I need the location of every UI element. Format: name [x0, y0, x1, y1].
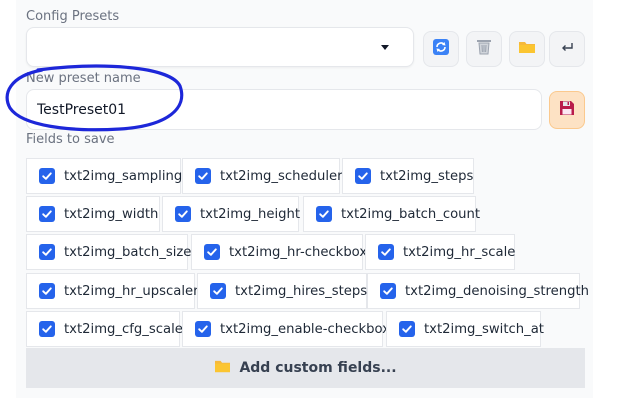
- checkbox[interactable]: [39, 206, 55, 222]
- checkmark-icon: [42, 325, 52, 333]
- checkmark-icon: [42, 287, 52, 295]
- field-checkbox-label: txt2img_steps: [380, 168, 474, 184]
- add-custom-fields-label: Add custom fields...: [239, 360, 397, 376]
- refresh-icon: [432, 38, 450, 60]
- checkmark-icon: [381, 248, 391, 256]
- field-checkbox-label: txt2img_switch_at: [424, 321, 544, 337]
- field-checkbox-item[interactable]: txt2img_enable-checkbox: [182, 311, 390, 347]
- checkmark-icon: [213, 287, 223, 295]
- checkmark-icon: [198, 325, 208, 333]
- add-custom-fields-button[interactable]: Add custom fields...: [26, 348, 585, 388]
- checkbox[interactable]: [195, 321, 211, 337]
- field-checkbox-item[interactable]: txt2img_cfg_scale: [26, 311, 183, 347]
- field-checkbox-item[interactable]: txt2img_denoising_strength: [367, 273, 589, 309]
- checkmark-icon: [358, 172, 368, 180]
- field-checkbox-label: txt2img_sampling: [64, 168, 183, 184]
- field-checkbox-label: txt2img_hr_scale: [403, 244, 516, 260]
- return-arrow-icon: [559, 39, 575, 59]
- chevron-down-icon: [381, 45, 389, 50]
- field-checkbox-item[interactable]: txt2img_batch_count: [303, 196, 480, 232]
- checkbox[interactable]: [399, 321, 415, 337]
- field-checkbox-item[interactable]: txt2img_hr_upscaler: [26, 273, 199, 309]
- checkbox[interactable]: [378, 244, 394, 260]
- field-checkbox-item[interactable]: txt2img_hr_scale: [365, 234, 515, 270]
- checkbox[interactable]: [39, 244, 55, 260]
- field-checkbox-item[interactable]: txt2img_steps: [342, 158, 474, 194]
- checkbox[interactable]: [355, 168, 371, 184]
- checkmark-icon: [42, 172, 52, 180]
- checkbox[interactable]: [210, 283, 226, 299]
- checkmark-icon: [178, 210, 188, 218]
- checkmark-icon: [319, 210, 329, 218]
- field-checkbox-item[interactable]: txt2img_hr-checkbox: [191, 234, 367, 270]
- field-checkbox-label: txt2img_enable-checkbox: [220, 321, 390, 337]
- config-presets-label: Config Presets: [26, 9, 120, 24]
- new-preset-name-input[interactable]: [26, 89, 542, 130]
- floppy-disk-icon: [558, 99, 576, 121]
- field-checkbox-item[interactable]: txt2img_width: [26, 196, 160, 232]
- checkbox[interactable]: [195, 168, 211, 184]
- return-button[interactable]: [549, 31, 585, 67]
- checkmark-icon: [207, 248, 217, 256]
- folder-icon: [214, 359, 231, 378]
- field-checkbox-label: txt2img_hires_steps: [235, 283, 368, 299]
- checkbox[interactable]: [39, 321, 55, 337]
- checkbox[interactable]: [316, 206, 332, 222]
- delete-button[interactable]: [466, 31, 502, 67]
- field-checkbox-label: txt2img_height: [200, 206, 301, 222]
- field-checkbox-item[interactable]: txt2img_switch_at: [386, 311, 544, 347]
- field-checkbox-item[interactable]: txt2img_scheduler: [182, 158, 343, 194]
- checkbox[interactable]: [380, 283, 396, 299]
- checkbox[interactable]: [175, 206, 191, 222]
- field-checkbox-label: txt2img_hr_upscaler: [64, 283, 199, 299]
- folder-icon: [518, 38, 536, 60]
- refresh-button[interactable]: [423, 31, 459, 67]
- field-checkbox-label: txt2img_batch_count: [341, 206, 481, 222]
- field-checkbox-label: txt2img_cfg_scale: [64, 321, 183, 337]
- new-preset-name-label: New preset name: [26, 71, 141, 86]
- checkbox[interactable]: [204, 244, 220, 260]
- field-checkbox-label: txt2img_batch_size: [64, 244, 192, 260]
- field-checkbox-item[interactable]: txt2img_hires_steps: [197, 273, 367, 309]
- field-checkbox-label: txt2img_hr-checkbox: [229, 244, 368, 260]
- checkmark-icon: [42, 248, 52, 256]
- field-checkbox-label: txt2img_denoising_strength: [405, 283, 589, 299]
- field-checkbox-item[interactable]: txt2img_height: [162, 196, 301, 232]
- config-presets-dropdown[interactable]: [26, 27, 414, 67]
- checkmark-icon: [383, 287, 393, 295]
- field-checkbox-label: txt2img_scheduler: [220, 168, 343, 184]
- field-checkbox-item[interactable]: txt2img_sampling: [26, 158, 183, 194]
- checkbox[interactable]: [39, 168, 55, 184]
- checkmark-icon: [402, 325, 412, 333]
- open-folder-button[interactable]: [509, 31, 545, 67]
- field-checkbox-item[interactable]: txt2img_batch_size: [26, 234, 192, 270]
- fields-to-save-label: Fields to save: [26, 132, 115, 147]
- checkmark-icon: [198, 172, 208, 180]
- checkmark-icon: [42, 210, 52, 218]
- save-preset-button[interactable]: [549, 91, 585, 129]
- checkbox[interactable]: [39, 283, 55, 299]
- trash-icon: [475, 38, 493, 60]
- field-checkbox-label: txt2img_width: [64, 206, 159, 222]
